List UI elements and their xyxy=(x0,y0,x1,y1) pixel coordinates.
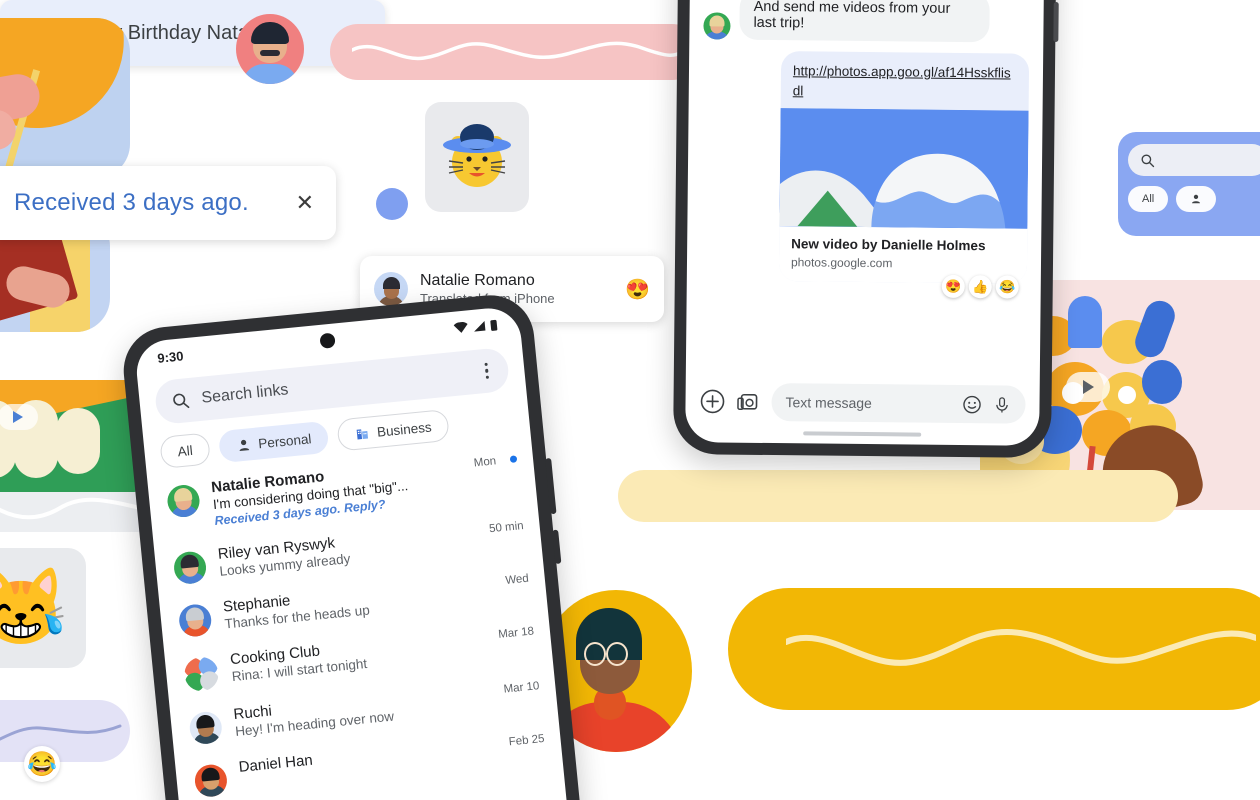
edge-chip-personal[interactable] xyxy=(1176,186,1217,212)
message-input-placeholder: Text message xyxy=(785,394,872,412)
message-reactions: 😍 👍 😂 xyxy=(701,272,1019,299)
power-button[interactable] xyxy=(545,457,557,515)
filter-chip-all-label: All xyxy=(176,442,194,459)
phone-left-device: 9:30 Search links All Personal Business … xyxy=(119,291,585,800)
avatar xyxy=(177,602,213,638)
battery-icon xyxy=(490,319,498,331)
link-domain: photos.google.com xyxy=(790,255,893,271)
volume-button[interactable] xyxy=(552,529,562,565)
business-icon xyxy=(356,428,369,439)
laughing-cat-sticker: 😹 xyxy=(0,548,86,668)
decorative-video-thumbnail xyxy=(0,380,140,492)
message-row-incoming: And send me videos from your last trip! xyxy=(703,0,1030,43)
reaction-thumbs-up[interactable]: 👍 xyxy=(968,275,992,299)
signal-icon xyxy=(474,320,486,332)
avatar xyxy=(703,12,731,40)
conversation-time: Mon xyxy=(473,455,497,470)
filter-chip-personal-label: Personal xyxy=(257,430,313,451)
filter-chip-business-label: Business xyxy=(376,418,433,440)
microphone-icon[interactable] xyxy=(992,394,1011,415)
decorative-squiggle xyxy=(0,724,122,741)
decorative-wave-strip xyxy=(0,492,140,532)
person-icon xyxy=(239,439,250,451)
camera-punch-hole xyxy=(319,332,336,349)
laughing-cat-emoji: 😹 xyxy=(0,565,69,650)
scrollbar[interactable] xyxy=(1053,1,1059,43)
link-preview-card[interactable]: http://photos.app.goo.gl/af14Hsskflisdl … xyxy=(778,51,1030,284)
photo-camera-icon[interactable] xyxy=(735,389,761,415)
laughing-emoji-sticker: 😂 xyxy=(24,746,60,782)
search-icon xyxy=(1141,154,1155,167)
reaction-laughing[interactable]: 😂 xyxy=(995,275,1019,299)
close-icon[interactable]: ✕ xyxy=(296,192,314,214)
edge-search-panel: All xyxy=(1118,132,1260,236)
conversation-time: Mar 18 xyxy=(497,625,535,641)
filter-chip-all[interactable]: All xyxy=(159,432,212,469)
phone-right-device: Still on for dinner tonight? Yes, excite… xyxy=(672,0,1059,458)
cowboy-cat-sticker xyxy=(425,102,529,212)
avatar xyxy=(193,763,229,799)
conversation-time: Wed xyxy=(504,572,530,587)
avatar xyxy=(374,272,408,306)
decorative-pink-pill xyxy=(330,24,700,80)
avatar xyxy=(188,710,224,746)
decorative-yellow-pill xyxy=(618,470,1178,522)
chat-message-list: Still on for dinner tonight? Yes, excite… xyxy=(686,0,1045,380)
phone-left-screen: 9:30 Search links All Personal Business … xyxy=(133,305,572,800)
home-bar xyxy=(803,431,922,437)
mountain-landscape-image xyxy=(779,108,1029,229)
play-icon[interactable] xyxy=(0,404,38,430)
edge-chip-all[interactable]: All xyxy=(1128,186,1169,212)
conversation-time: 50 min xyxy=(488,519,525,536)
avatar xyxy=(166,483,201,519)
received-text: Received 3 days ago. xyxy=(14,189,249,216)
person-icon xyxy=(1192,194,1201,204)
phone-right-screen: Still on for dinner tonight? Yes, excite… xyxy=(685,0,1045,446)
plus-circle-icon[interactable] xyxy=(699,388,725,414)
search-icon xyxy=(173,393,190,409)
translated-card-name: Natalie Romano xyxy=(420,271,535,289)
conversation-time: Feb 25 xyxy=(508,732,546,749)
collage-canvas: 😹 😂 All And send me videos from your las… xyxy=(0,0,1260,800)
reaction-heart-eyes[interactable]: 😍 xyxy=(941,274,965,299)
message-bubble[interactable]: And send me videos from your last trip! xyxy=(739,0,990,43)
play-icon[interactable] xyxy=(1066,372,1110,402)
filter-chip-business[interactable]: Business xyxy=(336,408,450,452)
filter-chip-personal[interactable]: Personal xyxy=(217,420,330,464)
received-toast-card: Received 3 days ago. ✕ xyxy=(0,166,336,240)
decorative-blue-dot xyxy=(376,188,408,220)
heart-eyes-emoji: 😍 xyxy=(625,278,650,301)
unread-dot xyxy=(509,455,518,463)
group-avatar xyxy=(182,655,221,693)
edge-search-input[interactable] xyxy=(1128,144,1260,176)
status-bar-time: 9:30 xyxy=(156,347,185,366)
wifi-icon xyxy=(453,321,468,333)
link-title: New video by Danielle Holmes xyxy=(791,236,986,254)
message-input[interactable]: Text message xyxy=(771,383,1026,424)
avatar xyxy=(172,550,208,586)
emoji-smiley-icon[interactable] xyxy=(961,394,982,415)
message-composer: Text message xyxy=(685,376,1039,428)
decorative-avatar-moustache xyxy=(236,14,304,84)
decorative-yellow-banner xyxy=(728,588,1260,710)
decorative-beach-photo xyxy=(0,18,130,178)
conversation-time: Mar 10 xyxy=(503,680,540,696)
link-url[interactable]: http://photos.app.goo.gl/af14Hsskflisdl xyxy=(793,61,1017,102)
edge-chip-all-label: All xyxy=(1142,193,1155,205)
kebab-menu-icon[interactable] xyxy=(480,358,494,384)
